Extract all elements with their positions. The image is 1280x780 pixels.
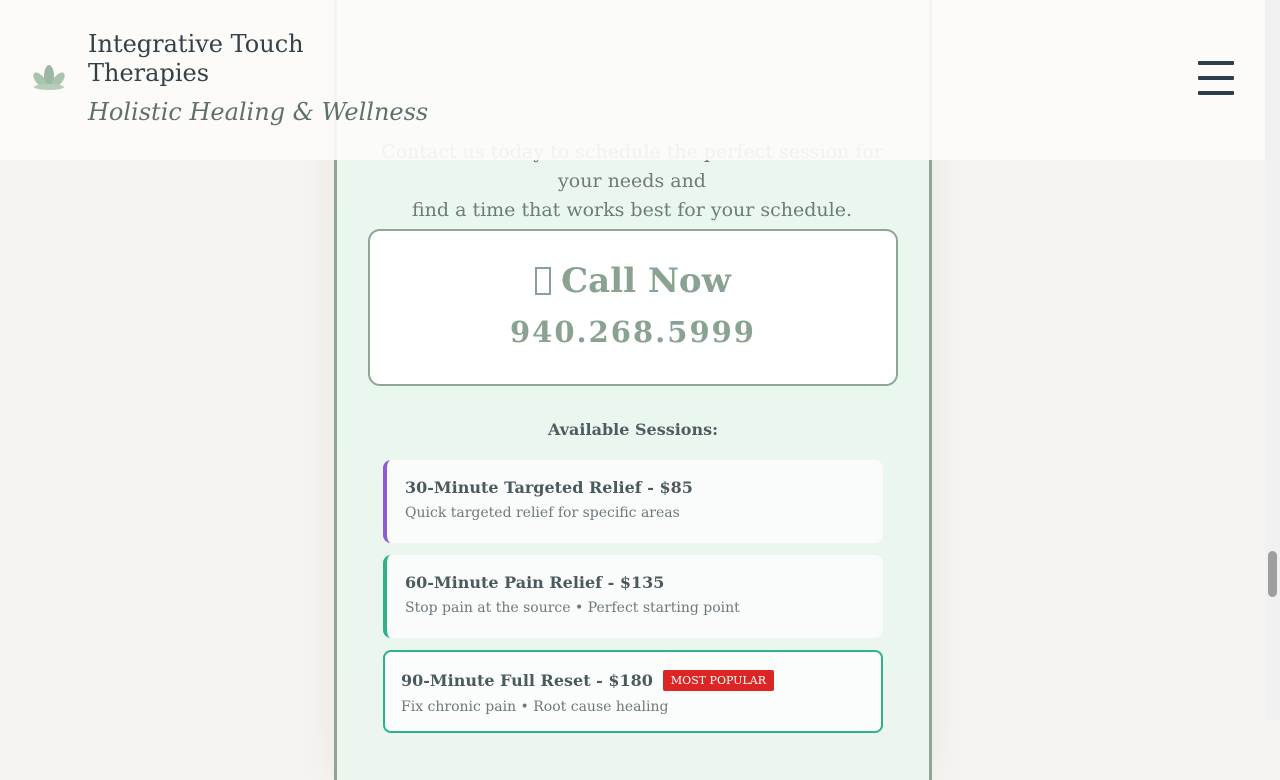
call-now-button[interactable]: Call Now 940.268.5999 — [368, 229, 898, 386]
brand-name[interactable]: Integrative Touch Therapies — [88, 30, 328, 88]
hamburger-menu-icon[interactable] — [1198, 61, 1234, 99]
session-60min[interactable]: 60-Minute Pain Relief - $135 Stop pain a… — [383, 555, 883, 638]
session-desc: Fix chronic pain • Root cause healing — [401, 699, 669, 715]
session-title-label: 90-Minute Full Reset - $180 — [401, 671, 653, 690]
site-header: Integrative Touch Therapies Holistic Hea… — [0, 0, 1265, 160]
session-desc: Quick targeted relief for specific areas — [405, 505, 680, 521]
lotus-icon[interactable] — [30, 62, 68, 92]
call-title-label: Call Now — [561, 261, 731, 301]
phone-icon — [535, 267, 552, 295]
call-title: Call Now — [370, 261, 896, 301]
sessions-heading: Available Sessions: — [547, 420, 718, 439]
scrollbar-thumb[interactable] — [1268, 551, 1277, 597]
session-desc: Stop pain at the source • Perfect starti… — [405, 600, 740, 616]
session-30min[interactable]: 30-Minute Targeted Relief - $85 Quick ta… — [383, 460, 883, 543]
brand-tagline: Holistic Healing & Wellness — [88, 98, 429, 126]
session-title: 30-Minute Targeted Relief - $85 — [405, 478, 693, 497]
most-popular-badge: MOST POPULAR — [662, 670, 774, 691]
phone-number[interactable]: 940.268.5999 — [370, 315, 896, 349]
session-title: 90-Minute Full Reset - $180 MOST POPULAR — [401, 670, 881, 691]
session-90min[interactable]: 90-Minute Full Reset - $180 MOST POPULAR … — [383, 650, 883, 733]
session-title: 60-Minute Pain Relief - $135 — [405, 573, 665, 592]
intro-line: find a time that works best for your sch… — [411, 199, 853, 221]
scrollbar[interactable] — [1265, 0, 1280, 720]
